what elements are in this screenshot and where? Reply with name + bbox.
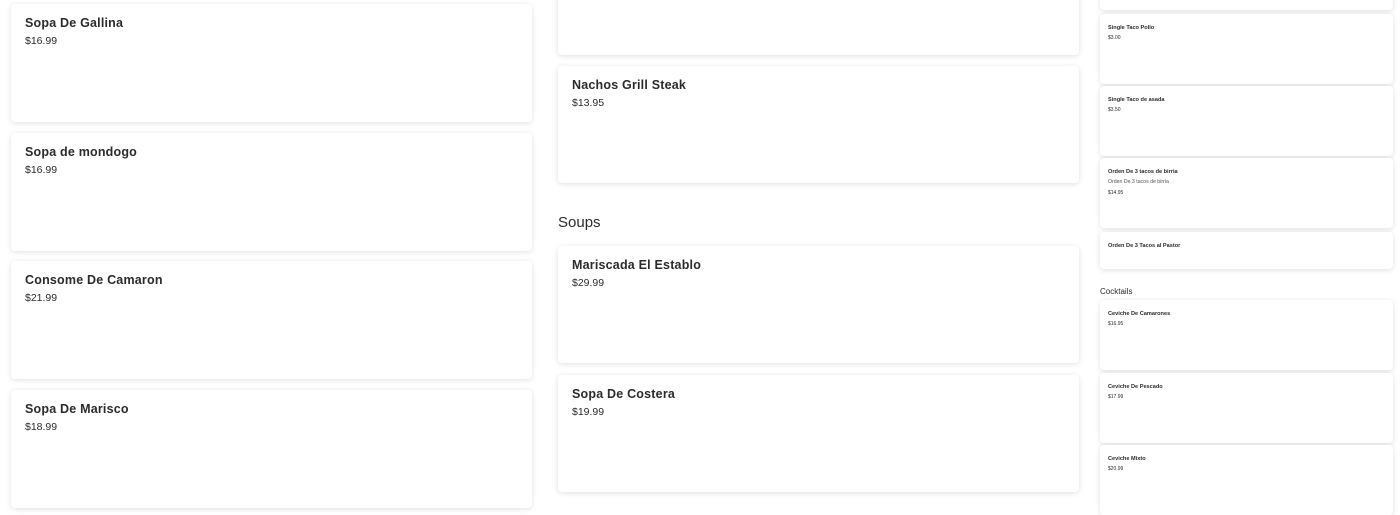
- section-title: Cocktails: [1100, 287, 1133, 296]
- menu-item-card[interactable]: Orden De 3 tacos de birria Orden De 3 ta…: [1100, 158, 1393, 228]
- menu-item-name: Mariscada El Establo: [572, 258, 702, 272]
- menu-item-card[interactable]: Sopa De Marisco $18.99: [11, 390, 532, 508]
- menu-item-name: Single Taco de asada: [1108, 97, 1165, 103]
- menu-item-card[interactable]: Mariscada El Establo $29.99: [558, 246, 1079, 363]
- menu-item-card[interactable]: Ceviche De Camarones $16.95: [1100, 300, 1393, 370]
- menu-item-card[interactable]: [558, 0, 1079, 55]
- menu-item-card[interactable]: Ceviche De Pescado $17.99: [1100, 373, 1393, 443]
- menu-item-price: $17.99: [1108, 394, 1124, 400]
- menu-item-name: Orden De 3 Tacos al Pastor: [1108, 243, 1181, 249]
- menu-item-price: $16.99: [25, 35, 58, 47]
- menu-item-card[interactable]: Consome De Camaron $21.99: [11, 261, 532, 379]
- menu-item-card[interactable]: Orden De 3 Tacos al Pastor: [1100, 232, 1393, 269]
- menu-item-name: Ceviche De Camarones: [1108, 311, 1171, 317]
- menu-item-card[interactable]: Single Taco de asada $3.50: [1100, 86, 1393, 156]
- menu-item-price: $3.00: [1108, 35, 1121, 41]
- menu-item-name: Nachos Grill Steak: [572, 78, 687, 92]
- menu-item-name: Sopa De Marisco: [25, 402, 129, 416]
- menu-item-card[interactable]: Sopa De Costera $19.99: [558, 375, 1079, 492]
- menu-item-price: $14.95: [1108, 190, 1124, 196]
- menu-item-price: $18.99: [25, 421, 58, 433]
- menu-item-name: Ceviche Mixto: [1108, 456, 1146, 462]
- section-title: Soups: [558, 214, 601, 231]
- menu-item-name: Consome De Camaron: [25, 273, 163, 287]
- menu-item-price: $16.99: [25, 164, 58, 176]
- menu-item-card[interactable]: Sopa De Gallina $16.99: [11, 4, 532, 122]
- menu-item-description: Orden De 3 tacos de birria: [1108, 179, 1169, 185]
- menu-item-card[interactable]: Ceviche Mixto $20.99: [1100, 445, 1393, 515]
- menu-item-name: Ceviche De Pescado: [1108, 384, 1163, 390]
- menu-item-card[interactable]: Nachos Grill Steak $13.95: [558, 66, 1079, 183]
- menu-item-name: Sopa De Costera: [572, 387, 676, 401]
- menu-item-name: Sopa de mondogo: [25, 145, 138, 159]
- menu-item-name: Sopa De Gallina: [25, 16, 124, 30]
- menu-item-price: $20.99: [1108, 466, 1124, 472]
- menu-item-card[interactable]: [1100, 0, 1393, 10]
- menu-item-price: $16.95: [1108, 321, 1124, 327]
- menu-item-card[interactable]: Sopa de mondogo $16.99: [11, 133, 532, 251]
- menu-item-price: $29.99: [572, 277, 605, 289]
- menu-item-price: $3.50: [1108, 107, 1121, 113]
- menu-item-card[interactable]: Single Taco Pollo $3.00: [1100, 14, 1393, 84]
- menu-item-name: Orden De 3 tacos de birria: [1108, 169, 1178, 175]
- menu-item-name: Single Taco Pollo: [1108, 25, 1155, 31]
- menu-item-price: $19.99: [572, 406, 605, 418]
- menu-item-price: $21.99: [25, 292, 58, 304]
- menu-item-price: $13.95: [572, 97, 605, 109]
